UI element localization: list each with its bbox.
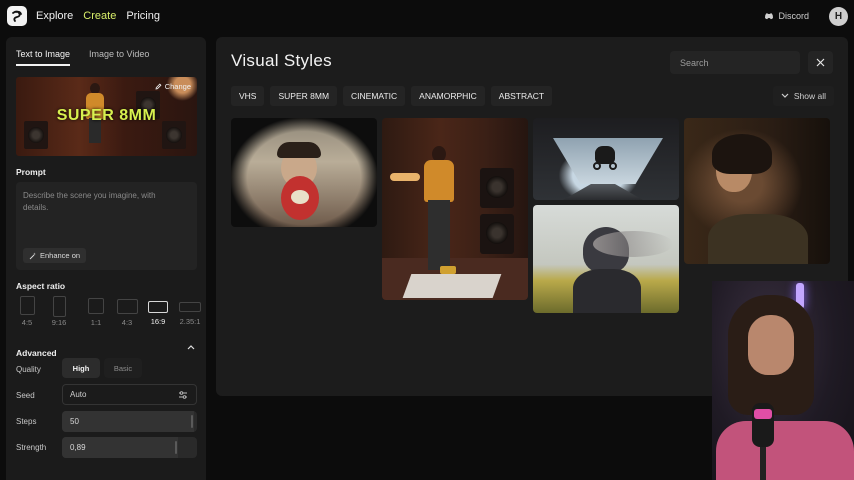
change-style-label: Change [164, 82, 191, 91]
strength-value: 0,89 [70, 443, 86, 452]
ratio-option-16-9[interactable]: 16:9 [148, 296, 168, 326]
style-image-abstract-field[interactable] [533, 205, 679, 313]
sliders-icon[interactable] [178, 390, 188, 400]
aspect-ratio-label: Aspect ratio [16, 281, 66, 291]
style-tag-super-8mm[interactable]: SUPER 8MM [270, 86, 338, 106]
aspect-ratio-options: 4:5 9:16 1:1 4:3 16:9 2.35:1 [16, 296, 201, 332]
style-tag-cinematic[interactable]: CINEMATIC [343, 86, 406, 106]
pencil-icon [155, 83, 162, 90]
presenter-face [748, 315, 794, 375]
steps-label: Steps [16, 417, 37, 426]
tab-image-to-video[interactable]: Image to Video [89, 49, 149, 66]
strength-label: Strength [16, 443, 47, 452]
discord-label: Discord [778, 11, 809, 21]
app-logo[interactable] [7, 6, 27, 26]
style-search-input[interactable] [670, 51, 800, 74]
selected-style-preview[interactable]: SUPER 8MM Change [16, 77, 197, 156]
ratio-option-4-5[interactable]: 4:5 [18, 296, 36, 327]
seed-label: Seed [16, 391, 35, 400]
user-avatar[interactable]: H [829, 7, 848, 26]
ratio-option-2-35-1[interactable]: 2.35:1 [178, 296, 202, 326]
quality-basic-button[interactable]: Basic [104, 358, 142, 378]
style-image-fisheye-skater[interactable] [231, 118, 377, 227]
tab-text-to-image[interactable]: Text to Image [16, 49, 71, 66]
logo-icon [12, 10, 22, 22]
advanced-label: Advanced [16, 348, 57, 358]
style-filter-tags: VHS SUPER 8MM CINEMATIC ANAMORPHIC ABSTR… [231, 86, 553, 106]
webcam-overlay [712, 281, 854, 480]
show-all-button[interactable]: Show all [772, 86, 834, 106]
ratio-option-4-3[interactable]: 4:3 [116, 296, 138, 327]
change-style-button[interactable]: Change [155, 82, 191, 91]
quality-label: Quality [16, 365, 41, 374]
top-nav: Explore Create Pricing Discord H [0, 0, 854, 34]
nav-explore[interactable]: Explore [36, 10, 73, 22]
style-tag-abstract[interactable]: ABSTRACT [490, 86, 553, 106]
style-image-cinematic-motorbike[interactable] [533, 118, 679, 200]
seed-input[interactable]: Auto [62, 384, 197, 405]
prompt-placeholder: Describe the scene you imagine, with det… [23, 191, 156, 212]
steps-slider-handle[interactable] [191, 415, 194, 428]
steps-slider[interactable]: 50 [62, 411, 197, 432]
strength-slider-handle[interactable] [175, 441, 178, 454]
selected-style-title: SUPER 8MM [56, 107, 157, 124]
style-image-super-8mm-room[interactable] [382, 118, 528, 300]
seed-value: Auto [70, 390, 87, 399]
enhance-prompt-button[interactable]: Enhance on [23, 248, 87, 263]
ratio-option-1-1[interactable]: 1:1 [88, 296, 104, 327]
quality-high-button[interactable]: High [62, 358, 100, 378]
prompt-textarea[interactable]: Describe the scene you imagine, with det… [16, 182, 197, 270]
nav-links: Explore Create Pricing [36, 10, 160, 22]
style-tag-anamorphic[interactable]: ANAMORPHIC [411, 86, 485, 106]
quality-toggle: High Basic [62, 358, 142, 378]
advanced-section-header[interactable]: Advanced [16, 343, 197, 358]
generator-panel: Text to Image Image to Video SUPER 8MM C… [6, 37, 206, 480]
show-all-label: Show all [793, 91, 826, 101]
modal-title: Visual Styles [231, 51, 332, 70]
close-icon [816, 58, 825, 67]
close-modal-button[interactable] [808, 51, 833, 74]
speaker-shape [24, 121, 48, 149]
steps-value: 50 [70, 417, 79, 426]
discord-link[interactable]: Discord [764, 11, 809, 21]
microphone-band [754, 409, 772, 419]
style-image-anamorphic-portrait[interactable] [684, 118, 830, 264]
chevron-up-icon[interactable] [187, 344, 195, 350]
mode-tabs: Text to Image Image to Video [16, 49, 149, 66]
nav-create[interactable]: Create [83, 10, 116, 22]
enhance-label: Enhance on [40, 251, 81, 260]
chevron-down-icon [781, 93, 789, 98]
style-tag-vhs[interactable]: VHS [231, 86, 265, 106]
strength-slider[interactable]: 0,89 [62, 437, 197, 458]
nav-pricing[interactable]: Pricing [126, 10, 160, 22]
discord-icon [765, 13, 774, 20]
ratio-option-9-16[interactable]: 9:16 [48, 296, 70, 327]
speaker-shape [162, 121, 186, 149]
presenter-shirt [716, 421, 854, 480]
prompt-label: Prompt [16, 167, 46, 177]
steps-slider-fill [62, 411, 195, 432]
magic-wand-icon [29, 252, 36, 259]
